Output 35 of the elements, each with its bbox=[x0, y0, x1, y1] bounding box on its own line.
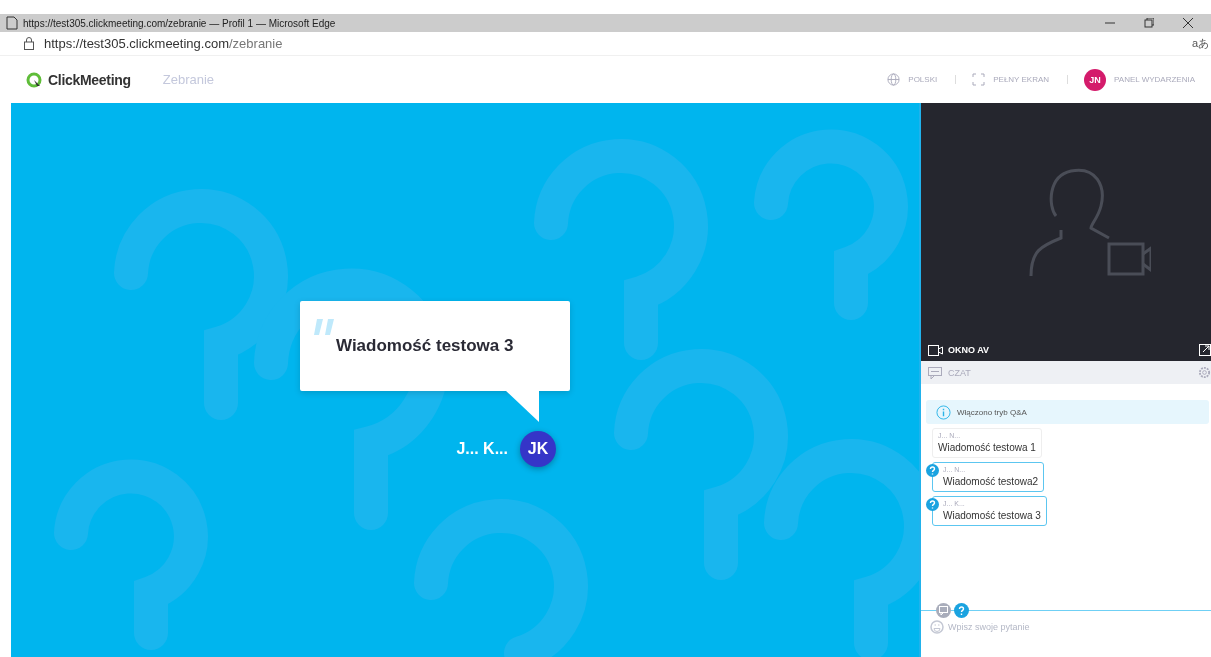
author-name: J... K... bbox=[456, 440, 508, 458]
info-icon bbox=[936, 404, 951, 420]
fullscreen-button[interactable]: PEŁNY EKRAN bbox=[991, 75, 1052, 84]
restore-icon bbox=[1144, 18, 1154, 28]
window-title: https://test305.clickmeeting.com/zebranie — Profil 1 — Microsoft Edge bbox=[23, 17, 336, 29]
pop-out-icon[interactable] bbox=[1199, 344, 1211, 356]
question-mode-button[interactable] bbox=[954, 603, 969, 618]
event-panel-button[interactable]: PANEL WYDARZENIA bbox=[1112, 75, 1197, 84]
speech-bubble-icon bbox=[939, 606, 948, 615]
user-avatar: JN bbox=[1084, 68, 1107, 91]
room-name: Zebranie bbox=[162, 72, 215, 87]
chat-label: CZAT bbox=[948, 367, 971, 378]
camera-icon bbox=[928, 344, 943, 356]
author-avatar: JK bbox=[520, 431, 556, 467]
message-text: Wiadomość testowa 3 bbox=[943, 510, 1041, 521]
fullscreen-icon bbox=[972, 73, 986, 86]
globe-icon bbox=[887, 73, 901, 86]
lock-icon bbox=[24, 37, 34, 50]
av-window-label: OKNO AV bbox=[948, 345, 989, 355]
address-field[interactable]: https://test305.clickmeeting.com/zebranie bbox=[44, 36, 283, 51]
chat-mode-button[interactable] bbox=[936, 603, 951, 618]
message-text: Wiadomość testowa2 bbox=[943, 476, 1039, 487]
message-text: Wiadomość testowa 1 bbox=[938, 442, 1036, 453]
settings-icon[interactable] bbox=[1198, 366, 1211, 379]
emoji-icon[interactable] bbox=[930, 620, 944, 634]
language-button[interactable]: POLSKI bbox=[906, 75, 940, 84]
question-mark-icon bbox=[957, 606, 966, 615]
notice-text: Włączono tryb Q&A bbox=[957, 407, 1027, 417]
logo-icon bbox=[26, 71, 42, 88]
chat-icon bbox=[928, 366, 942, 379]
logo-text: ClickMeeting bbox=[48, 71, 131, 88]
page-icon bbox=[6, 16, 18, 30]
read-aloud-text[interactable]: aあ bbox=[1191, 36, 1211, 51]
close-icon bbox=[1183, 18, 1193, 28]
message-text: Wiadomość testowa 3 bbox=[336, 336, 514, 356]
